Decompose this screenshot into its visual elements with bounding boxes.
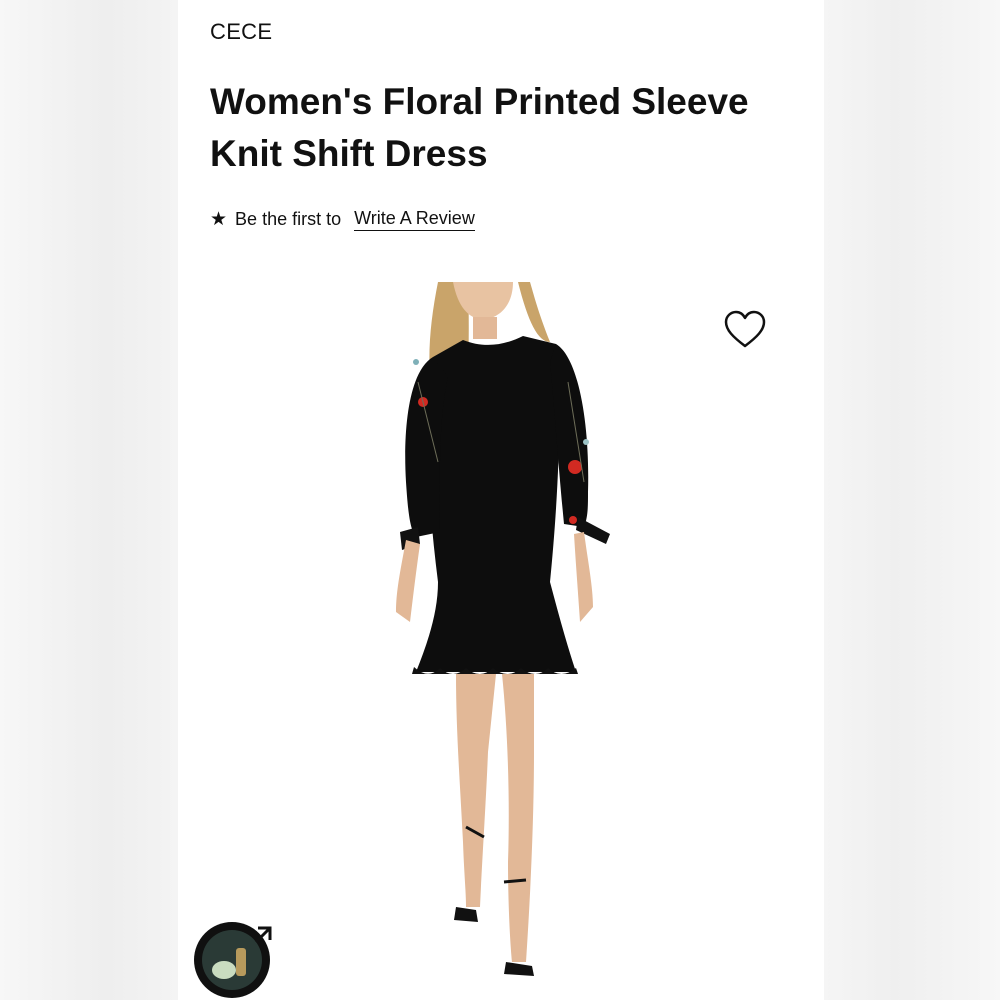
star-icon: ★ (210, 209, 228, 230)
product-image[interactable] (288, 282, 788, 1000)
product-page: CECE Women's Floral Printed Sleeve Knit … (178, 0, 824, 1000)
review-prompt: Be the first to (235, 209, 342, 229)
promo-thumbnail[interactable] (192, 918, 276, 1000)
blurred-background-right (824, 0, 1000, 1000)
heart-icon[interactable] (723, 310, 767, 350)
brand-name[interactable]: CECE (210, 19, 272, 45)
write-review-link[interactable]: Write A Review (354, 208, 475, 231)
review-summary: ★ Be the first to Write A Review (210, 208, 475, 231)
product-title: Women's Floral Printed Sleeve Knit Shift… (210, 81, 749, 174)
blurred-background-left (0, 0, 178, 1000)
